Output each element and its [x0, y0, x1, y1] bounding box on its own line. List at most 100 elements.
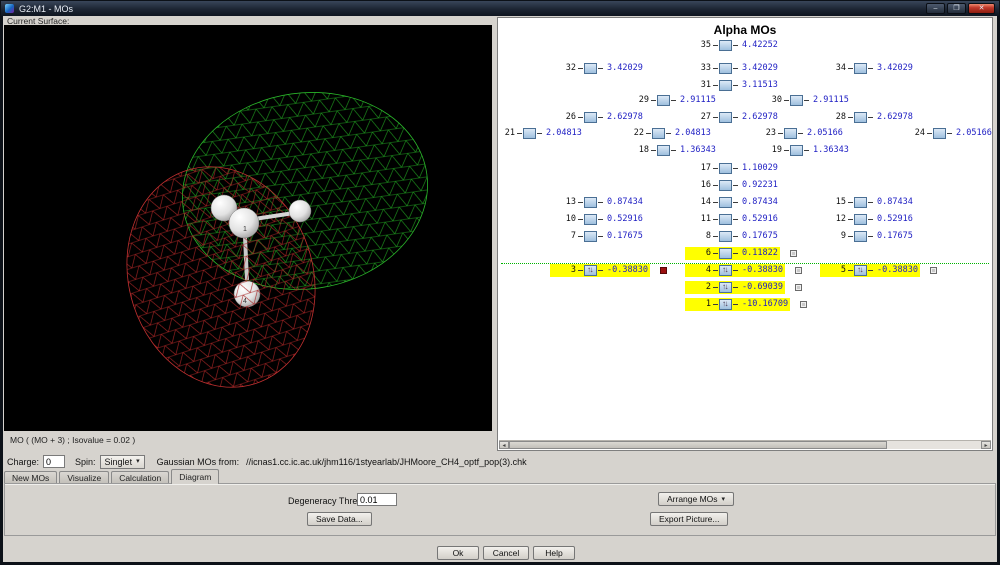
mo-level-box[interactable] [657, 145, 670, 156]
mo-gray-marker[interactable] [795, 284, 802, 291]
mo-level-box[interactable] [719, 63, 732, 74]
horizontal-scrollbar[interactable]: ◂ ▸ [499, 440, 991, 449]
mo-level-26[interactable]: 262.62978 [550, 110, 645, 124]
mo-level-7[interactable]: 70.17675 [550, 229, 645, 243]
spin-select[interactable]: Singlet ▾ [100, 455, 145, 469]
mo-level-box[interactable] [719, 40, 732, 51]
level-tick [713, 219, 718, 220]
degeneracy-threshold-input[interactable] [357, 493, 397, 506]
atom-h3[interactable] [289, 200, 311, 222]
mo-level-box[interactable] [854, 63, 867, 74]
mo-level-box[interactable] [854, 112, 867, 123]
mo-level-35[interactable]: 354.42252 [685, 38, 780, 52]
mo-level-box[interactable] [854, 231, 867, 242]
mo-level-1[interactable]: 1↑↓-10.16709 [685, 297, 807, 311]
mo-level-box[interactable]: ↑↓ [719, 299, 732, 310]
mo-level-box[interactable] [784, 128, 797, 139]
mo-level-16[interactable]: 160.92231 [685, 178, 780, 192]
mo-number: 10 [552, 214, 576, 224]
mo-level-31[interactable]: 313.11513 [685, 78, 780, 92]
mo-level-18[interactable]: 181.36343 [623, 143, 718, 157]
close-button-icon[interactable]: ✕ [968, 3, 995, 14]
atom-c1[interactable] [229, 208, 259, 238]
mo-level-box[interactable] [719, 214, 732, 225]
mo-level-22[interactable]: 222.04813 [618, 126, 713, 140]
scrollbar-track[interactable] [509, 441, 981, 449]
mo-level-32[interactable]: 323.42029 [550, 61, 645, 75]
mo-level-box[interactable] [584, 231, 597, 242]
mo-level-30[interactable]: 302.91115 [756, 93, 851, 107]
mo-level-23[interactable]: 232.05166 [750, 126, 845, 140]
molecule-3d-view[interactable]: 1 4 [4, 25, 492, 431]
mo-level-box[interactable] [652, 128, 665, 139]
mo-level-box[interactable] [719, 112, 732, 123]
mo-level-33[interactable]: 333.42029 [685, 61, 780, 75]
mo-level-box[interactable]: ↑↓ [719, 265, 732, 276]
mo-level-box[interactable] [790, 145, 803, 156]
level-tick [713, 85, 718, 86]
mo-level-6[interactable]: 60.11822 [685, 246, 797, 260]
mo-gray-marker[interactable] [930, 267, 937, 274]
mo-gray-marker[interactable] [800, 301, 807, 308]
scroll-right-icon[interactable]: ▸ [981, 441, 991, 449]
mo-level-24[interactable]: 242.05166 [899, 126, 993, 140]
mo-level-21[interactable]: 212.04813 [497, 126, 584, 140]
mo-level-box[interactable] [719, 231, 732, 242]
scroll-left-icon[interactable]: ◂ [499, 441, 509, 449]
mo-level-17[interactable]: 171.10029 [685, 161, 780, 175]
charge-input[interactable] [43, 455, 65, 468]
mo-level-box[interactable] [657, 95, 670, 106]
mo-level-27[interactable]: 272.62978 [685, 110, 780, 124]
mo-gray-marker[interactable] [795, 267, 802, 274]
ok-button[interactable]: Ok [437, 546, 479, 560]
mo-level-9[interactable]: 90.17675 [820, 229, 915, 243]
mo-level-box[interactable] [719, 180, 732, 191]
mo-level-box[interactable] [854, 214, 867, 225]
help-button[interactable]: Help [533, 546, 575, 560]
mo-level-box[interactable]: ↑↓ [719, 282, 732, 293]
tab-diagram[interactable]: Diagram [171, 469, 219, 484]
mo-level-box[interactable] [584, 214, 597, 225]
mo-level-box[interactable]: ↑↓ [584, 265, 597, 276]
export-picture-button[interactable]: Export Picture... [650, 512, 728, 526]
mo-level-box[interactable] [584, 63, 597, 74]
molecule-viewport[interactable]: 1 4 [4, 25, 492, 431]
mo-level-box[interactable]: ↑↓ [854, 265, 867, 276]
minimize-button-icon[interactable]: – [926, 3, 945, 14]
mo-level-3[interactable]: 3↑↓-0.38830 [550, 263, 667, 277]
mo-level-box[interactable] [523, 128, 536, 139]
mo-red-marker[interactable] [660, 267, 667, 274]
mo-level-8[interactable]: 80.17675 [685, 229, 780, 243]
mo-gray-marker[interactable] [790, 250, 797, 257]
mo-level-box[interactable] [854, 197, 867, 208]
cancel-button[interactable]: Cancel [483, 546, 529, 560]
arrange-mos-button[interactable]: Arrange MOs ▾ [658, 492, 734, 506]
mo-level-box[interactable] [584, 197, 597, 208]
mo-level-5[interactable]: 5↑↓-0.38830 [820, 263, 937, 277]
mo-level-14[interactable]: 140.87434 [685, 195, 780, 209]
mo-level-box[interactable] [719, 80, 732, 91]
mo-level-box[interactable] [719, 197, 732, 208]
mo-level-10[interactable]: 100.52916 [550, 212, 645, 226]
mo-level-box[interactable] [719, 248, 732, 259]
mo-level-11[interactable]: 110.52916 [685, 212, 780, 226]
mo-level-box[interactable] [790, 95, 803, 106]
mo-level-13[interactable]: 130.87434 [550, 195, 645, 209]
mo-level-34[interactable]: 343.42029 [820, 61, 915, 75]
mo-diagram-pane[interactable]: Alpha MOs 354.42252323.42029333.42029343… [497, 17, 993, 451]
mo-level-12[interactable]: 120.52916 [820, 212, 915, 226]
mo-level-box[interactable] [584, 112, 597, 123]
mo-level-4[interactable]: 4↑↓-0.38830 [685, 263, 802, 277]
mo-level-19[interactable]: 191.36343 [756, 143, 851, 157]
mo-level-box[interactable] [719, 163, 732, 174]
mo-level-15[interactable]: 150.87434 [820, 195, 915, 209]
mo-level-28[interactable]: 282.62978 [820, 110, 915, 124]
maximize-button-icon[interactable]: ❐ [947, 3, 966, 14]
mo-level-29[interactable]: 292.91115 [623, 93, 718, 107]
level-tick [868, 270, 873, 271]
mo-level-box[interactable] [933, 128, 946, 139]
window-titlebar[interactable]: G2:M1 - MOs – ❐ ✕ [1, 1, 999, 16]
save-data-button[interactable]: Save Data... [307, 512, 372, 526]
mo-level-2[interactable]: 2↑↓-0.69039 [685, 280, 802, 294]
scrollbar-thumb[interactable] [509, 441, 887, 449]
